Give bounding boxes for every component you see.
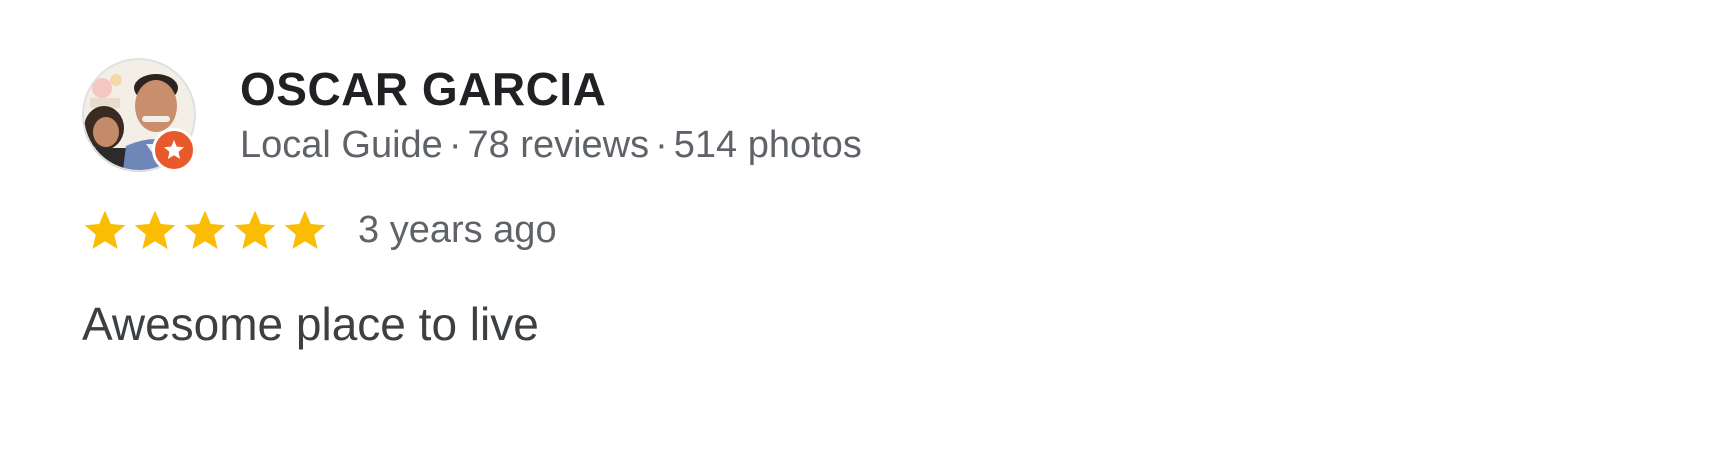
- star-icon: [134, 210, 176, 249]
- author-meta: Local Guide · 78 reviews · 514 photos: [240, 122, 862, 168]
- local-guide-label: Local Guide: [240, 124, 443, 166]
- review-text: Awesome place to live: [82, 298, 539, 350]
- review-header: OSCAR GARCIA Local Guide · 78 reviews · 514 …: [82, 58, 1642, 172]
- avatar[interactable]: [82, 58, 196, 172]
- separator: ·: [655, 124, 668, 166]
- author-info: OSCAR GARCIA Local Guide · 78 reviews · 514 …: [240, 58, 862, 168]
- separator: ·: [448, 124, 462, 166]
- star-rating: [82, 207, 332, 253]
- author-name[interactable]: OSCAR GARCIA: [240, 62, 862, 116]
- review-date: 3 years ago: [358, 208, 557, 251]
- review-card: OSCAR GARCIA Local Guide · 78 reviews · 514 …: [82, 58, 1642, 352]
- star-icon: [284, 210, 326, 249]
- local-guide-badge-icon: [152, 128, 196, 172]
- star-icon: [184, 210, 226, 249]
- photo-count: 514 photos: [673, 124, 862, 166]
- star-icon: [84, 210, 126, 249]
- review-count: 78 reviews: [467, 124, 650, 166]
- star-icon: [164, 140, 184, 159]
- rating-row: 3 years ago: [82, 200, 1642, 260]
- star-icon: [234, 210, 276, 249]
